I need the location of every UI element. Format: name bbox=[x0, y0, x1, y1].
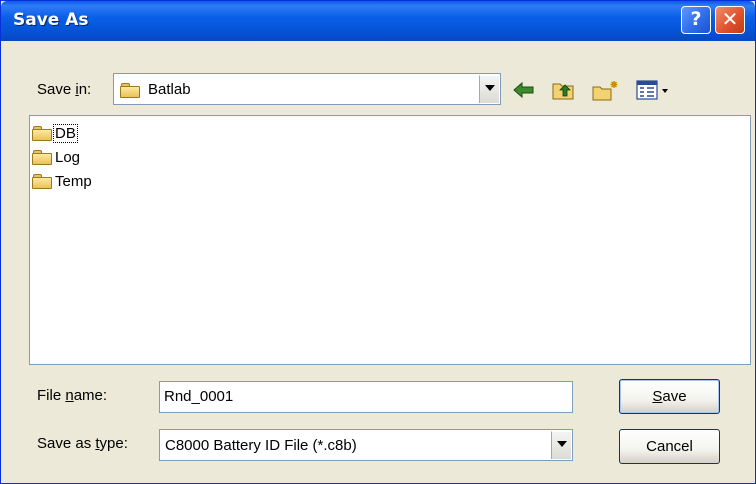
save-as-type-label: Save as type: bbox=[37, 435, 128, 452]
save-in-dropdown-arrow[interactable] bbox=[479, 75, 499, 103]
file-list[interactable]: DB Log Temp bbox=[29, 115, 751, 365]
file-name-label: File name: bbox=[37, 387, 108, 404]
save-in-dropdown[interactable]: Batlab bbox=[113, 73, 501, 105]
chevron-down-icon bbox=[557, 441, 567, 447]
back-arrow-icon[interactable] bbox=[511, 79, 537, 101]
views-menu-icon[interactable] bbox=[635, 79, 673, 101]
list-item[interactable]: DB bbox=[32, 123, 78, 146]
save-as-type-value: C8000 Battery ID File (*.c8b) bbox=[165, 437, 357, 454]
folder-icon bbox=[120, 81, 142, 99]
save-as-type-dropdown-arrow[interactable] bbox=[551, 431, 571, 459]
save-as-type-dropdown[interactable]: C8000 Battery ID File (*.c8b) bbox=[159, 429, 573, 461]
folder-icon bbox=[32, 125, 54, 142]
up-folder-icon[interactable] bbox=[551, 79, 577, 101]
save-as-dialog: Save As ? ✕ Save in: Batlab DB Log Temp … bbox=[0, 0, 756, 484]
close-button[interactable]: ✕ bbox=[715, 6, 745, 34]
save-in-label: Save in: bbox=[37, 81, 92, 98]
file-name-input[interactable]: Rnd_0001 bbox=[159, 381, 573, 413]
list-item[interactable]: Log bbox=[32, 148, 81, 170]
help-button[interactable]: ? bbox=[681, 6, 711, 34]
cancel-button[interactable]: Cancel bbox=[619, 429, 720, 464]
save-in-folder-name: Batlab bbox=[148, 81, 191, 98]
list-item[interactable]: Temp bbox=[32, 172, 93, 194]
new-folder-icon[interactable] bbox=[591, 79, 621, 101]
chevron-down-icon bbox=[485, 85, 495, 91]
folder-icon bbox=[32, 149, 54, 166]
title-bar[interactable]: Save As ? ✕ bbox=[1, 1, 755, 41]
window-title: Save As bbox=[13, 10, 89, 30]
folder-icon bbox=[32, 173, 54, 190]
save-button[interactable]: Save bbox=[619, 379, 720, 414]
